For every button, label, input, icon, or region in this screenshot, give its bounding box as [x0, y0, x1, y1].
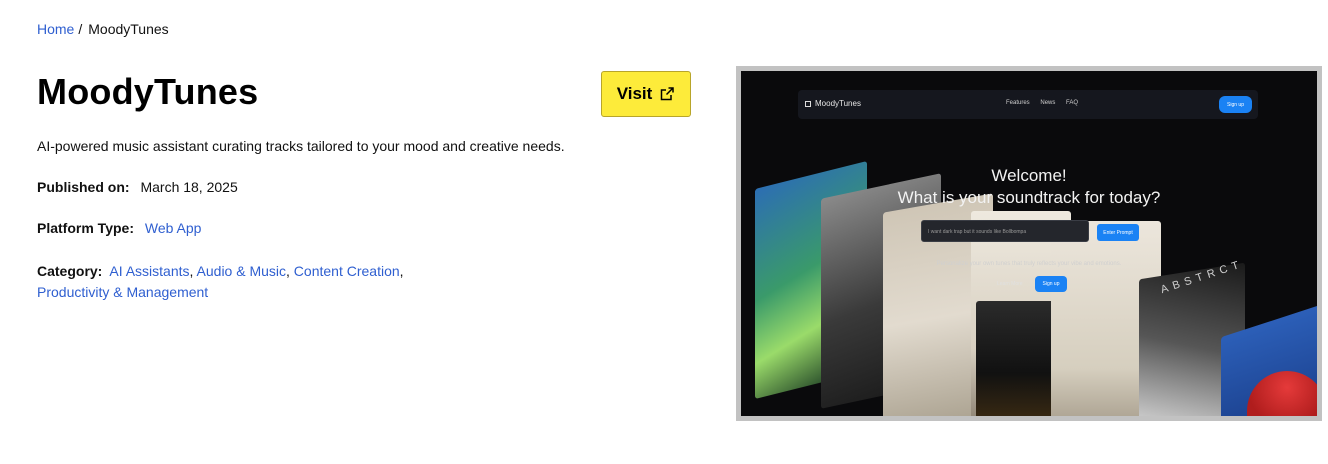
- screenshot-prompt-input: I want dark trap but it sounds like Boll…: [921, 220, 1089, 242]
- screenshot-navbar: MoodyTunes Features News FAQ Sign up: [798, 90, 1258, 119]
- category-link-productivity[interactable]: Productivity & Management: [37, 284, 208, 300]
- category-link-ai-assistants[interactable]: AI Assistants: [109, 263, 189, 279]
- platform-type-link[interactable]: Web App: [145, 220, 202, 236]
- platform-row: Platform Type: Web App: [37, 220, 201, 236]
- tool-description: AI-powered music assistant curating trac…: [37, 138, 565, 154]
- screenshot-app-name: MoodyTunes: [815, 99, 861, 108]
- screenshot-canvas: ABSTRCT MoodyTunes Features News FAQ Sig…: [741, 71, 1317, 416]
- screenshot-nav-news: News: [1040, 100, 1056, 106]
- breadcrumb-current: MoodyTunes: [88, 21, 169, 37]
- artwork-card: [976, 301, 1056, 416]
- breadcrumb-home-link[interactable]: Home: [37, 21, 74, 37]
- category-row: Category: AI Assistants, Audio & Music, C…: [37, 263, 404, 300]
- screenshot-hero-title: Welcome! What is your soundtrack for tod…: [741, 165, 1317, 209]
- screenshot-hero-line1: Welcome!: [991, 166, 1067, 185]
- screenshot-logo: MoodyTunes: [805, 99, 861, 108]
- category-link-audio-music[interactable]: Audio & Music: [197, 263, 286, 279]
- published-date: March 18, 2025: [140, 179, 238, 195]
- screenshot-learn-more: Learn More: [997, 281, 1023, 287]
- product-screenshot: ABSTRCT MoodyTunes Features News FAQ Sig…: [736, 66, 1322, 421]
- category-link-content-creation[interactable]: Content Creation: [294, 263, 400, 279]
- visit-button[interactable]: Visit: [601, 71, 691, 117]
- screenshot-nav-signup: Sign up: [1219, 96, 1252, 113]
- platform-label: Platform Type:: [37, 220, 134, 236]
- category-label: Category:: [37, 263, 103, 279]
- screenshot-nav-links: Features News FAQ: [1006, 100, 1087, 106]
- page-title: MoodyTunes: [37, 71, 259, 112]
- breadcrumb: Home / MoodyTunes: [37, 21, 169, 37]
- screenshot-enter-prompt: Enter Prompt: [1097, 224, 1139, 241]
- screenshot-nav-faq: FAQ: [1066, 100, 1079, 106]
- screenshot-signup: Sign up: [1035, 276, 1067, 292]
- visit-button-label: Visit: [616, 84, 653, 103]
- published-label: Published on:: [37, 179, 130, 195]
- screenshot-hero-line2: What is your soundtrack for today?: [897, 188, 1161, 207]
- breadcrumb-separator: /: [78, 21, 83, 37]
- published-row: Published on: March 18, 2025: [37, 179, 238, 195]
- external-link-icon: [661, 87, 675, 101]
- logo-icon: [805, 100, 811, 107]
- screenshot-subtitle: Personalize your own tunes that truly re…: [936, 261, 1122, 267]
- screenshot-nav-features: Features: [1006, 100, 1030, 106]
